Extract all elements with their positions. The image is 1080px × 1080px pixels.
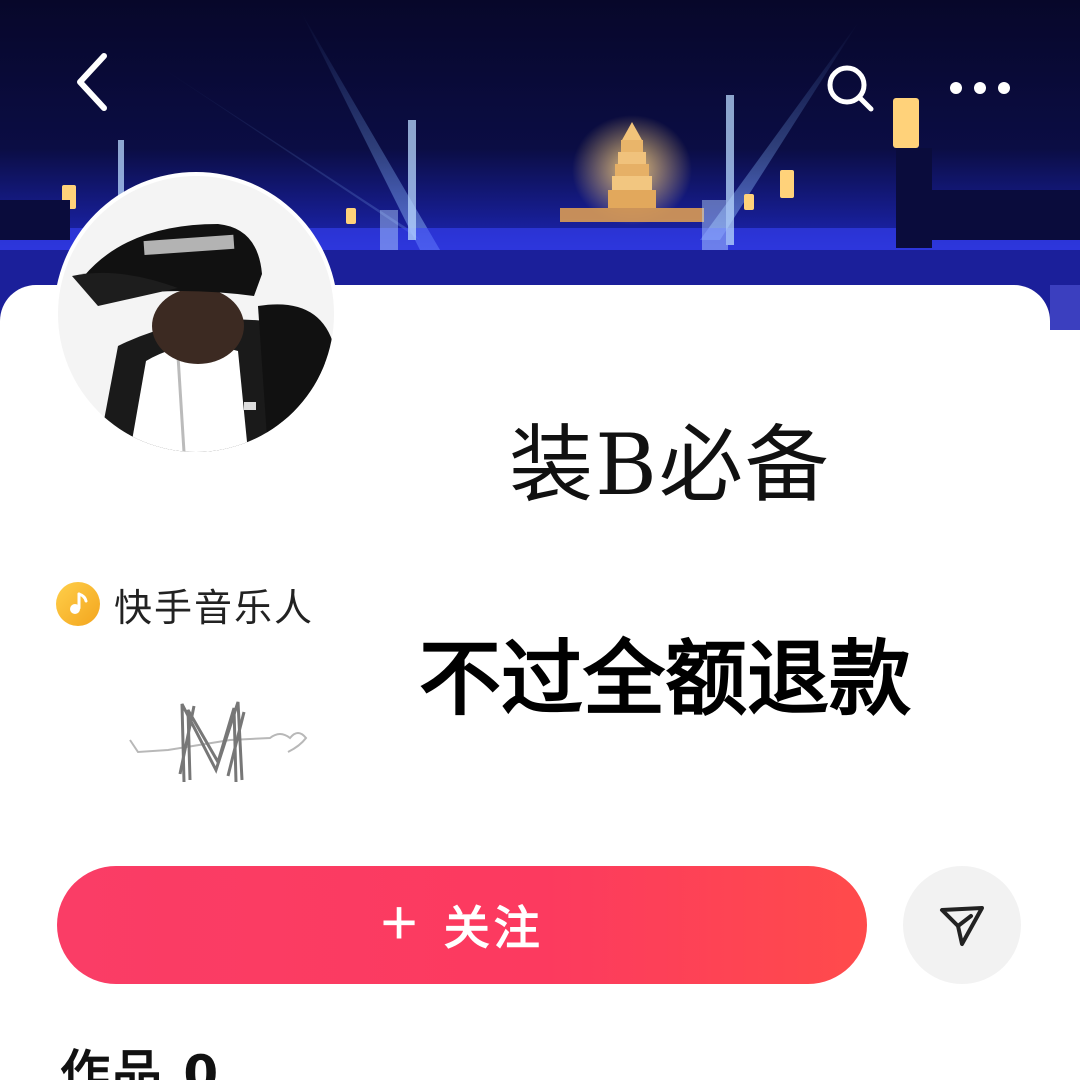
signature-image bbox=[129, 701, 308, 783]
back-button[interactable] bbox=[62, 50, 122, 114]
plus-icon: + bbox=[380, 886, 418, 958]
send-icon bbox=[940, 906, 984, 946]
overlay-text: 不过全额退款 bbox=[418, 632, 911, 727]
music-creator-badge[interactable]: 快手音乐人 bbox=[56, 578, 314, 630]
share-button[interactable] bbox=[903, 866, 1021, 984]
search-button[interactable] bbox=[804, 48, 896, 128]
more-button[interactable] bbox=[934, 48, 1026, 128]
chevron-left-icon bbox=[77, 53, 107, 111]
avatar[interactable] bbox=[58, 176, 334, 452]
profile-headline: 装B必备 bbox=[509, 416, 831, 514]
avatar-photo bbox=[58, 176, 334, 452]
badge-label: 快手音乐人 bbox=[114, 585, 315, 630]
search-icon bbox=[827, 65, 874, 112]
works-tab[interactable]: 作品 0 bbox=[60, 1034, 220, 1080]
more-horizontal-icon bbox=[950, 82, 1010, 94]
music-note-icon bbox=[56, 582, 100, 626]
follow-button[interactable]: + 关注 bbox=[57, 866, 867, 984]
follow-label: 关注 bbox=[443, 902, 544, 954]
